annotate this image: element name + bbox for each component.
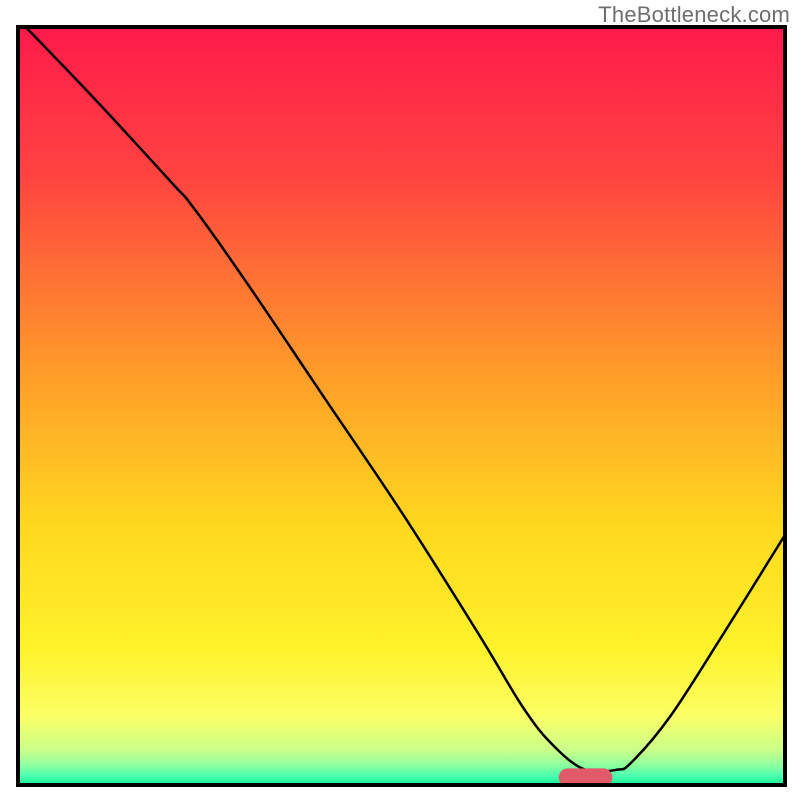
chart-container: TheBottleneck.com xyxy=(0,0,800,800)
watermark-text: TheBottleneck.com xyxy=(598,2,790,28)
bottleneck-chart xyxy=(0,0,800,800)
